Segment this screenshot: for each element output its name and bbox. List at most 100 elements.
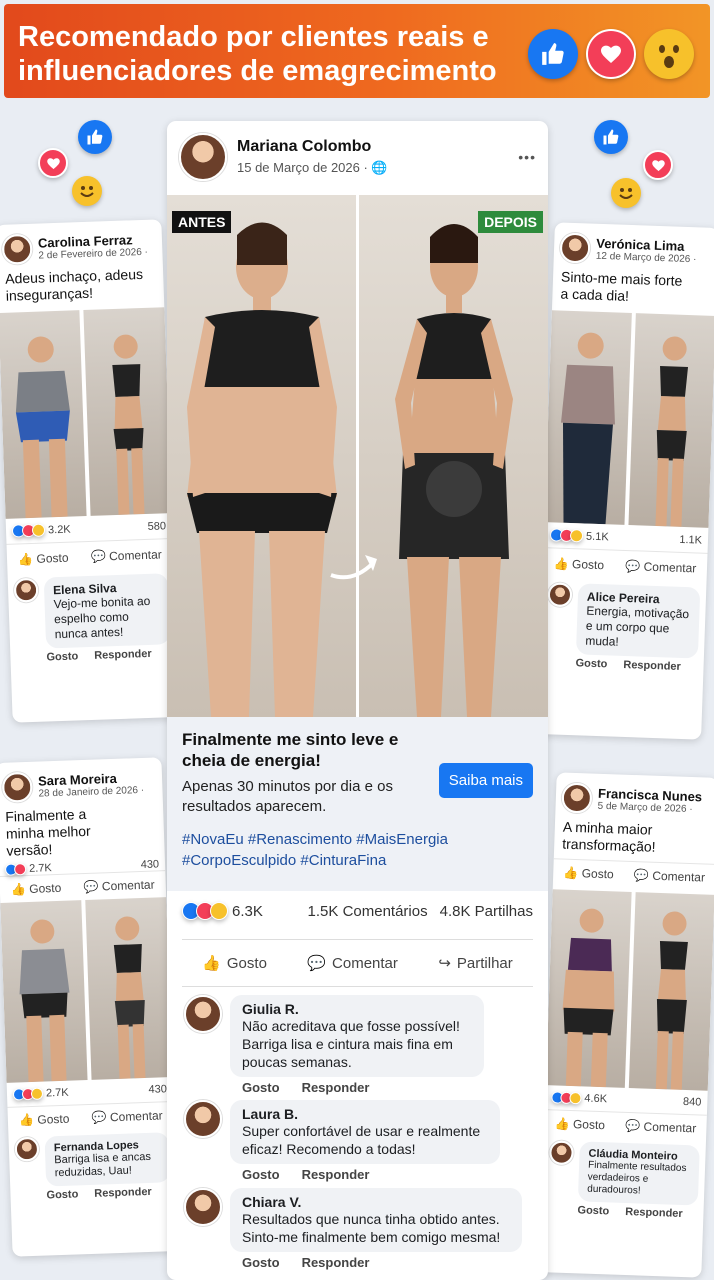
avatar xyxy=(184,1188,222,1226)
comment: Laura B. Super confortável de usar e rea… xyxy=(184,1100,500,1182)
after-photo: DEPOIS xyxy=(359,195,548,717)
comment-like-link[interactable]: Gosto xyxy=(242,1080,280,1095)
avatar xyxy=(549,1140,574,1166)
comment-like-link[interactable]: Gosto xyxy=(575,657,607,670)
before-photo xyxy=(544,310,632,525)
side-post-card: Carolina Ferraz 2 de Fevereiro de 2026 ·… xyxy=(0,219,179,723)
before-photo xyxy=(0,310,87,519)
hashtags[interactable]: #NovaEu #Renascimento #MaisEnergia #Corp… xyxy=(182,829,533,871)
avatar xyxy=(13,577,39,603)
post-text: A minha maior transformação! xyxy=(562,818,656,855)
comment-like-link[interactable]: Gosto xyxy=(46,650,78,663)
comment-text: Vejo-me bonita ao espelho como nunca ant… xyxy=(53,593,151,642)
avatar xyxy=(547,582,573,608)
comment-text: Finalmente resultados verdadeiros e dura… xyxy=(587,1159,687,1197)
before-after-photos xyxy=(544,310,714,528)
avatar xyxy=(561,782,593,814)
before-photo xyxy=(0,900,88,1083)
thumbs-up-icon: 👍 xyxy=(202,955,221,972)
comment-button[interactable]: 💬 Comentar xyxy=(307,954,398,973)
comment-author: Chiara V. xyxy=(242,1194,302,1210)
comment-like-link[interactable]: Gosto xyxy=(242,1167,280,1182)
like-icon xyxy=(594,120,628,154)
comment-button[interactable]: 💬 Comentar xyxy=(625,559,696,575)
comment-text: Não acreditava que fosse possível! Barri… xyxy=(242,1018,460,1070)
comment-reply-link[interactable]: Responder xyxy=(623,659,681,673)
comment-reply-link[interactable]: Responder xyxy=(302,1080,370,1095)
like-button[interactable]: 👍 Gosto xyxy=(18,551,69,567)
heart-icon xyxy=(643,150,673,180)
like-button[interactable]: 👍 Gosto xyxy=(202,954,267,973)
after-photo xyxy=(83,307,172,516)
reaction-count[interactable]: 6.3K xyxy=(232,903,263,920)
comment-button[interactable]: 💬 Comentar xyxy=(91,547,162,563)
reaction-count: 3.2K xyxy=(47,523,71,536)
comment-count: 580 xyxy=(147,519,167,533)
comment-text: Energia, motivação e um corpo que muda! xyxy=(585,603,690,649)
more-options-icon[interactable]: ••• xyxy=(518,149,536,165)
comment-count: 430 xyxy=(148,1083,168,1096)
avatar xyxy=(1,233,33,265)
comment-reply-link[interactable]: Responder xyxy=(94,1186,152,1200)
post-text: Sinto-me mais forte a cada dia! xyxy=(560,268,683,304)
post-date: 12 de Março de 2026 · xyxy=(595,250,697,266)
share-button[interactable]: ↪ Partilhar xyxy=(438,954,512,973)
comment-reply-link[interactable]: Responder xyxy=(302,1167,370,1182)
post-date: 15 de Março de 2026 · xyxy=(237,160,372,175)
comment-button[interactable]: 💬 Comentar xyxy=(634,868,705,884)
reaction-count: 4.6K xyxy=(584,1092,608,1106)
like-button[interactable]: 👍 Gosto xyxy=(11,881,62,897)
post-date: 28 de Janeiro de 2026 · xyxy=(38,784,145,800)
like-button[interactable]: 👍 Gosto xyxy=(19,1112,70,1128)
comment-reply-link[interactable]: Responder xyxy=(94,648,152,662)
banner-title: Recomendado por clientes reais e influen… xyxy=(18,21,497,87)
comment-button[interactable]: 💬 Comentar xyxy=(625,1119,696,1135)
wow-icon xyxy=(644,29,694,79)
avatar xyxy=(184,995,222,1033)
post-date: 5 de Março de 2026 · xyxy=(597,800,693,816)
comment-text: Resultados que nunca tinha obtido antes.… xyxy=(242,1211,501,1245)
avatar xyxy=(559,232,591,264)
comment-text: Barriga lisa e ancas reduzidas, Uau! xyxy=(54,1150,152,1180)
before-after-photos xyxy=(545,889,714,1091)
side-post-card: Francisca Nunes 5 de Março de 2026 · A m… xyxy=(539,772,714,1278)
comment-reply-link[interactable]: Responder xyxy=(302,1255,370,1270)
learn-more-button[interactable]: Saiba mais xyxy=(438,763,533,798)
like-icon xyxy=(78,120,112,154)
arrow-icon xyxy=(330,555,377,580)
reaction-count: 5.1K xyxy=(585,530,609,543)
reaction-count: 2.7K xyxy=(28,862,52,875)
after-photo xyxy=(628,892,714,1091)
after-photo xyxy=(628,313,714,528)
avatar xyxy=(179,133,227,181)
comment-like-link[interactable]: Gosto xyxy=(577,1204,609,1217)
promo-banner: Recomendado por clientes reais e influen… xyxy=(4,4,710,98)
avatar xyxy=(1,771,33,803)
like-button[interactable]: 👍 Gosto xyxy=(563,866,614,882)
like-icon xyxy=(528,29,578,79)
main-post-card: Mariana Colombo 15 de Março de 2026 · 🌐 … xyxy=(167,121,548,1280)
comment-author: Giulia R. xyxy=(242,1001,299,1017)
before-after-photos: ANTES DEPOIS xyxy=(167,195,548,717)
comment-text: Super confortável de usar e realmente ef… xyxy=(242,1123,481,1157)
side-post-card: Sara Moreira 28 de Janeiro de 2026 · Fin… xyxy=(0,757,179,1257)
comment-like-link[interactable]: Gosto xyxy=(46,1188,78,1201)
comment-icon: 💬 xyxy=(307,955,327,972)
comment: Giulia R. Não acreditava que fosse possí… xyxy=(184,995,484,1095)
comment-button[interactable]: 💬 Comentar xyxy=(83,878,154,894)
comment-count[interactable]: 1.5K Comentários xyxy=(308,903,428,920)
smile-icon xyxy=(611,178,641,208)
before-photo xyxy=(545,889,632,1088)
side-post-card: Verónica Lima 12 de Março de 2026 · Sint… xyxy=(537,222,714,740)
comment-count: 430 xyxy=(140,858,160,872)
comment-author: Laura B. xyxy=(242,1106,299,1122)
before-after-photos xyxy=(0,307,172,519)
share-count[interactable]: 4.8K Partilhas xyxy=(440,903,533,920)
post-subtext: Apenas 30 minutos por dia e os resultado… xyxy=(182,778,393,815)
comment-button[interactable]: 💬 Comentar xyxy=(91,1108,162,1124)
like-button[interactable]: 👍 Gosto xyxy=(554,1116,605,1132)
post-text: Finalmente a minha melhor versão! xyxy=(5,805,91,859)
comment-like-link[interactable]: Gosto xyxy=(242,1255,280,1270)
like-button[interactable]: 👍 Gosto xyxy=(554,556,605,572)
comment-reply-link[interactable]: Responder xyxy=(625,1206,683,1220)
